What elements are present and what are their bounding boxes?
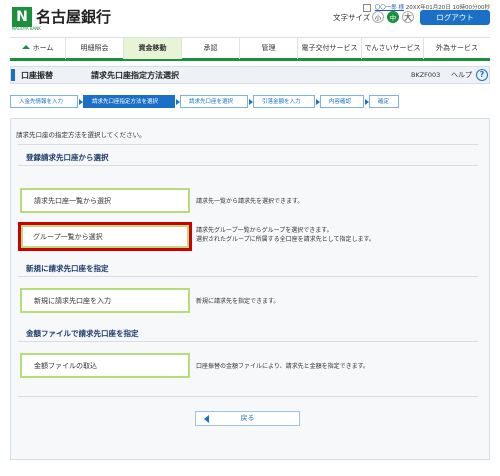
select-from-account-list-button[interactable]: 請求先口座一覧から選択 [20, 188, 190, 213]
help-link[interactable]: ヘルプ [451, 70, 472, 80]
step-4: 引落金額を入力 [253, 95, 320, 108]
back-button-label: 戻る [240, 414, 255, 422]
font-size-large-button[interactable]: 大 [402, 11, 414, 23]
global-nav: ホーム 明細照会 資金移動 承認 管理 電子交付サービス でんさいサービス 外為… [10, 37, 490, 61]
font-size-small-button[interactable]: 小 [372, 11, 384, 23]
help-icon[interactable]: ? [476, 69, 488, 81]
step-3-label: 請求先口座を選択 [189, 99, 234, 105]
nav-fund-transfer[interactable]: 資金移動 [124, 38, 182, 59]
instruction-text: 請求先口座の指定方法を選択してください。 [16, 131, 146, 139]
page-category: 口座振替 [21, 71, 53, 80]
font-size-label: 文字サイズ [333, 13, 371, 22]
title-accent [11, 69, 15, 81]
page-title-bar: 口座振替 請求先口座指定方法選択 BKZF003 ヘルプ ? [10, 66, 490, 84]
divider [18, 396, 478, 397]
divider [18, 276, 478, 277]
logout-button[interactable]: ログアウト [420, 10, 490, 25]
back-button[interactable]: 戻る [195, 411, 300, 426]
bank-name: 名古屋銀行 [36, 8, 112, 26]
step-2: 請求先口座指定方法を選択 [83, 95, 180, 108]
step-2-label: 請求先口座指定方法を選択 [92, 99, 159, 105]
step-4-label: 引落金額を入力 [262, 99, 301, 105]
nav-electronic-delivery[interactable]: 電子交付サービス [298, 38, 362, 59]
nav-approval[interactable]: 承認 [182, 38, 240, 59]
nav-management[interactable]: 管理 [240, 38, 298, 59]
header: N NAGOYA BANK 名古屋銀行 〇〇一郎 様 20XX年01月20日 1… [0, 0, 500, 36]
section-registered-heading: 登録請求先口座から選択 [26, 153, 109, 162]
bank-logo[interactable]: N NAGOYA BANK 名古屋銀行 [12, 6, 112, 31]
group-list-description: 請求先グループ一覧からグループを選択できます。 選択されたグループに所属する全口… [196, 226, 375, 244]
user-name[interactable]: 〇〇一郎 様 [375, 5, 404, 11]
step-1: 入金先情報を入力 [10, 95, 83, 108]
step-6-label: 確定 [378, 99, 390, 105]
logo-mark: N [12, 6, 32, 27]
home-icon [21, 45, 30, 49]
user-icon [362, 3, 371, 12]
import-amount-file-button[interactable]: 金額ファイルの取込 [20, 353, 190, 378]
nav-home-label: ホーム [32, 44, 54, 52]
section-new-heading: 新規に請求先口座を指定 [26, 264, 109, 273]
step-indicator: 入金先情報を入力 請求先口座指定方法を選択 請求先口座を選択 引落金額を入力 内… [10, 95, 404, 108]
nav-statements[interactable]: 明細照会 [66, 38, 124, 59]
group-list-description-line2: 選択されたグループに所属する全口座を請求先として指定します。 [196, 236, 375, 243]
new-account-description: 新規に請求先を指定できます。 [196, 298, 280, 305]
logo-subtitle: NAGOYA BANK [12, 26, 41, 31]
divider [18, 341, 478, 342]
screen-code: BKZF003 [411, 71, 441, 79]
divider [18, 144, 478, 145]
group-list-description-line1: 請求先グループ一覧からグループを選択できます。 [196, 227, 333, 234]
step-6: 確定 [369, 95, 399, 108]
enter-new-account-button[interactable]: 新規に請求先口座を入力 [20, 288, 190, 313]
select-from-group-list-button[interactable]: グループ一覧から選択 [18, 222, 192, 251]
section-file-heading: 金額ファイルで請求先口座を指定 [26, 329, 139, 338]
step-5: 内容確認 [320, 95, 369, 108]
page-title: 請求先口座指定方法選択 [91, 71, 179, 80]
page: N NAGOYA BANK 名古屋銀行 〇〇一郎 様 20XX年01月20日 1… [0, 0, 500, 476]
divider [18, 165, 478, 166]
nav-forex[interactable]: 外為サービス [424, 38, 490, 59]
nav-densai[interactable]: でんさいサービス [362, 38, 424, 59]
step-1-label: 入金先情報を入力 [19, 99, 64, 105]
font-size-medium-button[interactable]: 中 [387, 11, 399, 23]
amount-file-description: 口座振替の金額ファイルにより、請求先と金額を指定できます。 [196, 363, 370, 370]
account-list-description: 請求先一覧から請求先を選択できます。 [196, 198, 304, 205]
step-5-label: 内容確認 [329, 99, 352, 105]
step-3: 請求先口座を選択 [180, 95, 253, 108]
chevron-left-icon [204, 415, 209, 423]
nav-home[interactable]: ホーム [10, 38, 66, 59]
